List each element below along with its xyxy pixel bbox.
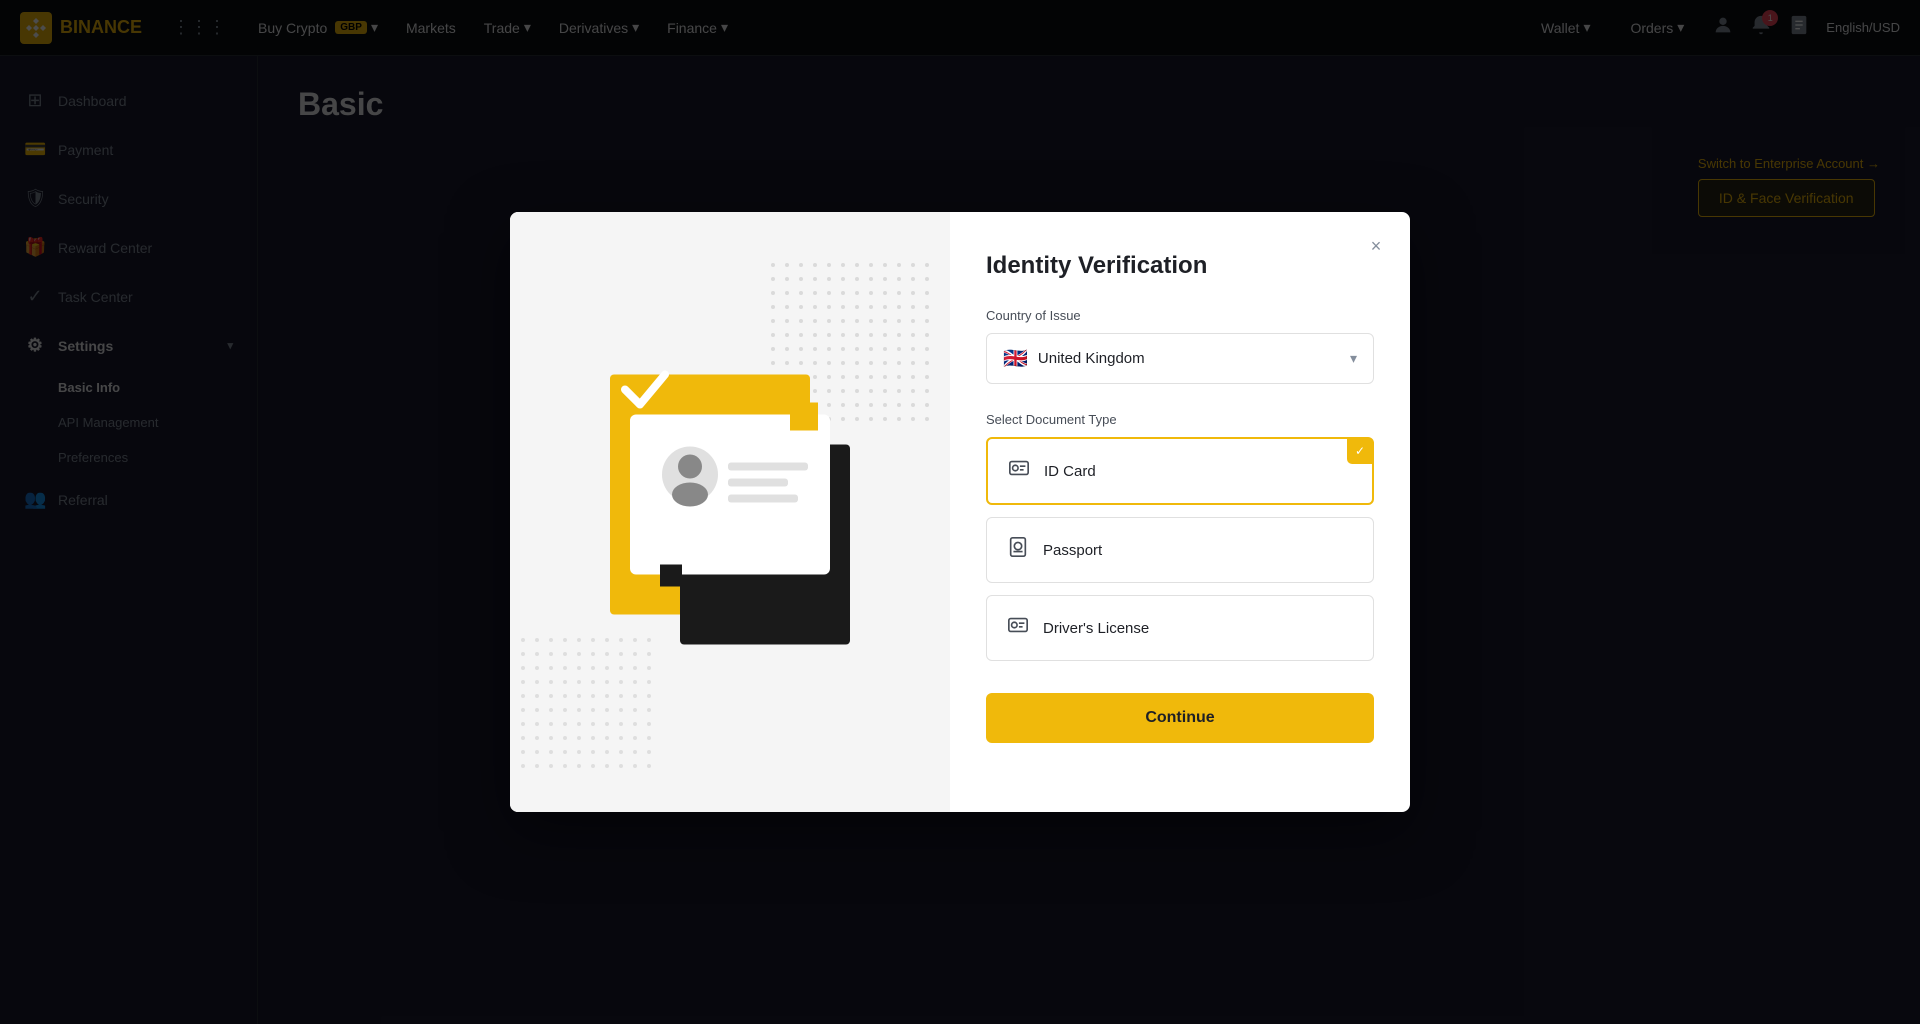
identity-verification-modal: × Identity Verification Country of Issue… — [510, 212, 1410, 812]
doc-option-passport[interactable]: Passport — [986, 517, 1374, 583]
id-card-icon — [1008, 457, 1030, 485]
illustration — [580, 335, 880, 690]
country-dropdown[interactable]: 🇬🇧 United Kingdom ▾ — [986, 333, 1374, 384]
drivers-license-label: Driver's License — [1043, 620, 1149, 637]
modal-illustration-panel — [510, 212, 950, 812]
dropdown-arrow-icon: ▾ — [1350, 350, 1357, 367]
doc-option-drivers-license[interactable]: Driver's License — [986, 595, 1374, 661]
continue-button[interactable]: Continue — [986, 693, 1374, 743]
document-type-label: Select Document Type — [986, 412, 1374, 427]
uk-flag-icon: 🇬🇧 — [1003, 346, 1028, 371]
modal-container: × Identity Verification Country of Issue… — [0, 0, 1920, 1024]
drivers-license-icon — [1007, 614, 1029, 642]
doc-option-id-card[interactable]: ID Card ✓ — [986, 437, 1374, 505]
passport-icon — [1007, 536, 1029, 564]
country-name: United Kingdom — [1038, 350, 1145, 367]
passport-label: Passport — [1043, 542, 1102, 559]
modal-title: Identity Verification — [986, 252, 1374, 280]
modal-right-panel: × Identity Verification Country of Issue… — [950, 212, 1410, 812]
id-card-label: ID Card — [1044, 463, 1096, 480]
id-card-selected-check: ✓ — [1347, 438, 1373, 464]
country-label: Country of Issue — [986, 308, 1374, 323]
modal-close-button[interactable]: × — [1362, 232, 1390, 260]
